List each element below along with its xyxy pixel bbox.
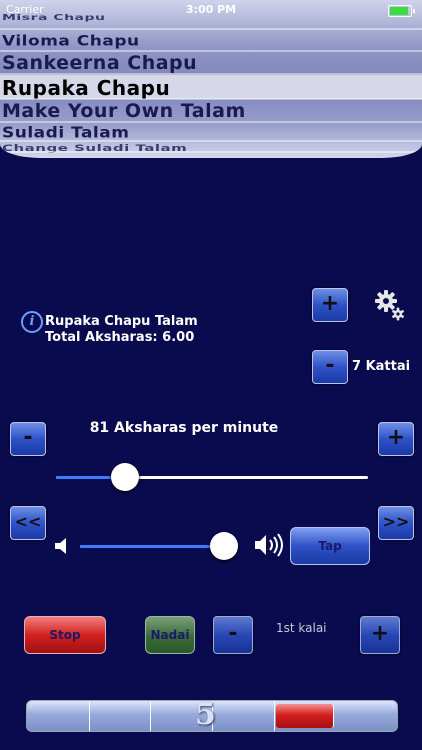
- picker-item[interactable]: Change Suladi Talam: [2, 143, 187, 154]
- tempo-plus-button[interactable]: +: [378, 422, 414, 456]
- beat-segment: [89, 701, 152, 731]
- volume-low-icon: [54, 536, 70, 556]
- kattai-plus-button[interactable]: +: [312, 288, 348, 322]
- kalai-label: 1st kalai: [276, 621, 327, 635]
- volume-slider-fill: [80, 545, 224, 548]
- info-icon[interactable]: i: [21, 311, 43, 333]
- beat-segment: [275, 704, 335, 728]
- kalai-minus-button[interactable]: -: [213, 616, 253, 654]
- beat-segment: [212, 701, 275, 731]
- talam-picker[interactable]: Misra Chapu Viloma Chapu Sankeerna Chapu…: [0, 0, 422, 158]
- volume-high-icon: [254, 532, 286, 558]
- status-bar: Carrier 3:00 PM: [0, 0, 422, 20]
- picker-item[interactable]: Viloma Chapu: [2, 33, 140, 50]
- kattai-minus-button[interactable]: -: [312, 350, 348, 384]
- current-beat-number: 5: [195, 697, 216, 732]
- total-aksharas: Total Aksharas: 6.00: [45, 330, 195, 345]
- nadai-button[interactable]: Nadai: [145, 616, 195, 654]
- picker-item[interactable]: Sankeerna Chapu: [2, 52, 197, 74]
- talam-name: Rupaka Chapu Talam: [45, 314, 198, 329]
- stop-button[interactable]: Stop: [24, 616, 106, 654]
- next-button[interactable]: >>: [378, 506, 414, 540]
- previous-button[interactable]: <<: [10, 506, 46, 540]
- picker-item[interactable]: Suladi Talam: [2, 124, 129, 142]
- beat-segment: [27, 701, 90, 731]
- gear-icon[interactable]: [372, 288, 406, 322]
- tempo-label: 81 Aksharas per minute: [89, 420, 279, 436]
- beat-segment: [335, 701, 397, 731]
- volume-slider-thumb[interactable]: [209, 532, 238, 560]
- talam-info: Rupaka Chapu Talam Total Aksharas: 6.00: [45, 314, 198, 346]
- clock-time: 3:00 PM: [185, 3, 237, 16]
- kalai-plus-button[interactable]: +: [360, 616, 400, 654]
- picker-item-selected[interactable]: Rupaka Chapu: [2, 76, 170, 100]
- tempo-slider-thumb[interactable]: [110, 463, 139, 491]
- picker-item[interactable]: Make Your Own Talam: [2, 100, 246, 122]
- kattai-label: 7 Kattai: [352, 359, 411, 374]
- battery-icon: [388, 5, 415, 17]
- tap-button[interactable]: Tap: [290, 527, 370, 565]
